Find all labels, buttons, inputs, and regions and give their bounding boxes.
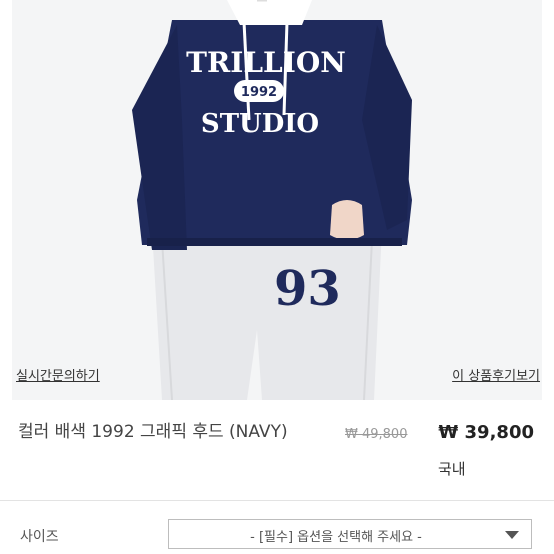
product-photo-illustration: 93 TRILLION 1992 STUDIO [132, 0, 412, 400]
hoodie-waistband [147, 238, 402, 246]
chest-print-year: 1992 [241, 85, 277, 100]
view-reviews-link[interactable]: 이 상품후기보기 [452, 365, 540, 384]
hand-shape [330, 200, 364, 240]
size-select-placeholder: - [필수] 옵션을 선택해 주세요 - [250, 530, 422, 545]
sale-price: ₩ 39,800 [438, 422, 534, 443]
realtime-inquiry-link[interactable]: 실시간문의하기 [16, 365, 100, 384]
chest-print-top: TRILLION [186, 46, 346, 79]
origin-label: 국내 [438, 460, 466, 478]
pants-print-text: 93 [274, 261, 341, 317]
section-divider [0, 500, 554, 501]
chevron-down-icon [505, 531, 519, 539]
original-price: ₩ 49,800 [345, 427, 408, 442]
hood-lining [227, 0, 312, 25]
size-select[interactable]: - [필수] 옵션을 선택해 주세요 - [168, 519, 532, 549]
product-photo: 93 TRILLION 1992 STUDIO [12, 0, 542, 400]
chest-print-bottom: STUDIO [201, 109, 319, 139]
product-name: 컬러 배색 1992 그래픽 후드 (NAVY) [18, 422, 288, 442]
pants-shape [152, 228, 382, 400]
product-info: 컬러 배색 1992 그래픽 후드 (NAVY) ₩ 49,800 ₩ 39,8… [0, 400, 554, 492]
size-option-label: 사이즈 [20, 529, 59, 545]
